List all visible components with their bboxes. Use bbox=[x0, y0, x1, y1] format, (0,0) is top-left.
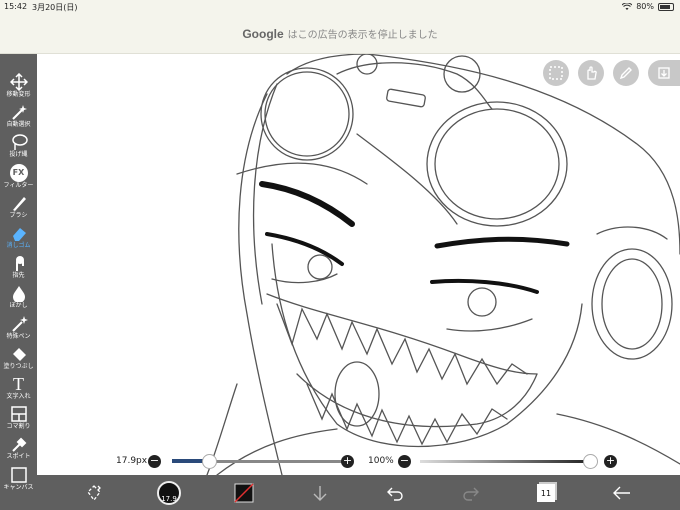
tool-label: キャンバス bbox=[3, 483, 34, 491]
tool-canvas[interactable]: キャンバス bbox=[0, 465, 37, 495]
pen-button[interactable] bbox=[613, 60, 639, 86]
lasso-icon bbox=[11, 134, 28, 151]
undo-button[interactable] bbox=[381, 479, 409, 507]
back-button[interactable] bbox=[608, 479, 636, 507]
eyedropper-icon bbox=[11, 437, 26, 453]
tool-special-pen[interactable]: 特殊ペン bbox=[0, 314, 37, 344]
pen-icon bbox=[619, 67, 632, 80]
tool-auto-select[interactable]: 自動選択 bbox=[0, 102, 37, 132]
hand-button[interactable] bbox=[578, 60, 604, 86]
tool-label: ぼかし bbox=[9, 302, 28, 310]
opacity-slider-track[interactable] bbox=[420, 460, 590, 463]
fx-icon: FX bbox=[9, 163, 28, 182]
tool-lasso[interactable]: 投げ縄 bbox=[0, 132, 37, 162]
brush-preview-icon: 17.9 bbox=[157, 481, 181, 505]
tool-blur[interactable]: ぼかし bbox=[0, 283, 37, 313]
down-arrow-icon bbox=[313, 486, 327, 501]
bucket-icon bbox=[12, 347, 26, 361]
layers-icon: 11 bbox=[537, 484, 555, 502]
eraser-icon bbox=[12, 228, 26, 241]
brush-preview-label: 17.9 bbox=[161, 495, 177, 503]
undo-icon bbox=[387, 487, 403, 501]
menu-button[interactable] bbox=[648, 60, 680, 86]
brush-icon bbox=[12, 196, 26, 211]
size-plus-button[interactable]: + bbox=[341, 455, 354, 468]
tool-smudge[interactable]: 指先 bbox=[0, 253, 37, 283]
tool-label: 特殊ペン bbox=[6, 332, 31, 340]
opacity-label: 100% bbox=[368, 456, 394, 466]
selection-icon bbox=[549, 66, 563, 80]
tool-label: スポイト bbox=[6, 453, 31, 461]
status-bar: 15:42 3月20日(日) 80% bbox=[0, 0, 680, 14]
opacity-minus-button[interactable]: − bbox=[398, 455, 411, 468]
color-button[interactable] bbox=[230, 479, 258, 507]
drop-icon bbox=[12, 286, 25, 303]
tool-text[interactable]: T 文字入れ bbox=[0, 374, 37, 404]
redo-button[interactable] bbox=[457, 479, 485, 507]
tool-label: 塗りつぶし bbox=[3, 362, 34, 370]
tool-filter[interactable]: FX フィルター bbox=[0, 163, 37, 193]
sparkle-pen-icon bbox=[11, 315, 28, 332]
status-date: 3月20日(日) bbox=[32, 3, 78, 12]
tool-label: 移動変形 bbox=[6, 91, 31, 98]
color-swatch-icon bbox=[234, 483, 254, 503]
tool-eraser[interactable]: 消しゴム bbox=[0, 223, 37, 253]
rotate-button[interactable] bbox=[80, 479, 108, 507]
bottom-toolbar: 17.9 11 bbox=[37, 475, 680, 510]
text-icon: T bbox=[13, 374, 24, 394]
tool-label: 文字入れ bbox=[6, 393, 31, 400]
down-button[interactable] bbox=[306, 479, 334, 507]
canvas-icon bbox=[10, 466, 27, 483]
ad-message: はこの広告の表示を停止しました bbox=[287, 30, 438, 41]
down-arrow-icon bbox=[658, 67, 670, 79]
slider-row: 17.9px − + 100% − + bbox=[110, 452, 620, 472]
size-slider-knob[interactable] bbox=[202, 454, 218, 469]
layers-button[interactable]: 11 bbox=[532, 479, 560, 507]
status-time: 15:42 bbox=[4, 2, 28, 11]
layers-count: 11 bbox=[540, 488, 552, 498]
back-arrow-icon bbox=[613, 486, 630, 500]
tool-frame[interactable]: コマ割り bbox=[0, 404, 37, 434]
sketch-artwork bbox=[206, 54, 680, 475]
drawing-canvas[interactable] bbox=[37, 54, 680, 475]
tool-label: 投げ縄 bbox=[9, 151, 28, 159]
brush-preview-button[interactable]: 17.9 bbox=[155, 479, 183, 507]
magic-wand-icon bbox=[11, 105, 27, 120]
opacity-slider-knob[interactable] bbox=[583, 454, 598, 469]
ad-banner[interactable]: Google はこの広告の表示を停止しました bbox=[0, 14, 680, 54]
hand-icon bbox=[587, 66, 597, 80]
finger-icon bbox=[15, 256, 24, 272]
status-right: 80% bbox=[622, 2, 674, 11]
size-minus-button[interactable]: − bbox=[148, 455, 161, 468]
tool-eyedropper[interactable]: スポイト bbox=[0, 434, 37, 464]
tool-fill[interactable]: 塗りつぶし bbox=[0, 344, 37, 374]
tool-label: 指先 bbox=[12, 272, 25, 280]
battery-icon bbox=[658, 2, 674, 11]
redo-icon bbox=[463, 487, 479, 501]
ad-brand: Google bbox=[242, 26, 284, 41]
move-arrows-icon bbox=[9, 73, 28, 91]
brush-size-label: 17.9px bbox=[116, 456, 148, 466]
tool-label: コマ割り bbox=[6, 423, 31, 431]
opacity-plus-button[interactable]: + bbox=[604, 455, 617, 468]
left-toolbar: 移動変形自動選択投げ縄 FX フィルターブラシ消しゴム指先ぼかし特殊ペン塗りつぶし T… bbox=[0, 54, 37, 510]
frame-icon bbox=[10, 406, 27, 422]
tool-brush[interactable]: ブラシ bbox=[0, 193, 37, 223]
tool-move[interactable]: 移動変形 bbox=[0, 72, 37, 102]
rotate-icon bbox=[87, 485, 101, 502]
tool-label: フィルター bbox=[3, 181, 34, 189]
wifi-icon bbox=[622, 2, 633, 10]
tool-label: ブラシ bbox=[9, 211, 28, 219]
tool-label: 消しゴム bbox=[6, 242, 31, 249]
tool-label: 自動選択 bbox=[6, 121, 31, 129]
battery-percent: 80% bbox=[636, 2, 654, 11]
selection-button[interactable] bbox=[543, 60, 569, 86]
